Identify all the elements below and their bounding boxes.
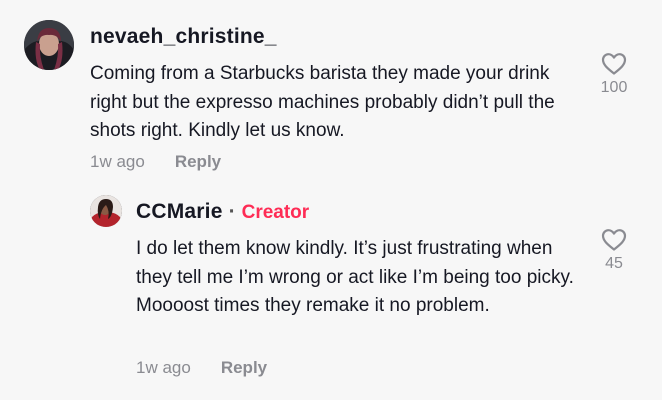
reply-text: I do let them know kindly. It’s just fru… [136,238,574,316]
comment-reply-button[interactable]: Reply [175,152,221,171]
reply-time: 1w ago [136,358,191,377]
reply-header: CCMarie · Creator [136,200,309,224]
reply-like-count: 45 [605,255,623,272]
comment-meta: 1w ago Reply [90,152,221,172]
comment-like-button[interactable]: 100 [594,52,634,97]
comment-like-count: 100 [600,79,628,96]
user-avatar-icon [24,20,74,70]
comment-text: Coming from a Starbucks barista they mad… [90,63,555,141]
reply-username[interactable]: CCMarie [136,200,223,223]
creator-avatar-icon [90,195,122,227]
heart-icon [601,53,627,75]
heart-icon [601,229,627,251]
comment-username[interactable]: nevaeh_christine_ [90,25,277,49]
creator-avatar[interactable] [90,195,122,227]
creator-badge: Creator [241,202,310,223]
reply-like-button[interactable]: 45 [594,228,634,273]
separator-dot: · [228,200,236,223]
user-avatar[interactable] [24,20,74,70]
reply-reply-button[interactable]: Reply [221,358,267,377]
reply-meta: 1w ago Reply [136,358,267,378]
comment-time: 1w ago [90,152,145,171]
